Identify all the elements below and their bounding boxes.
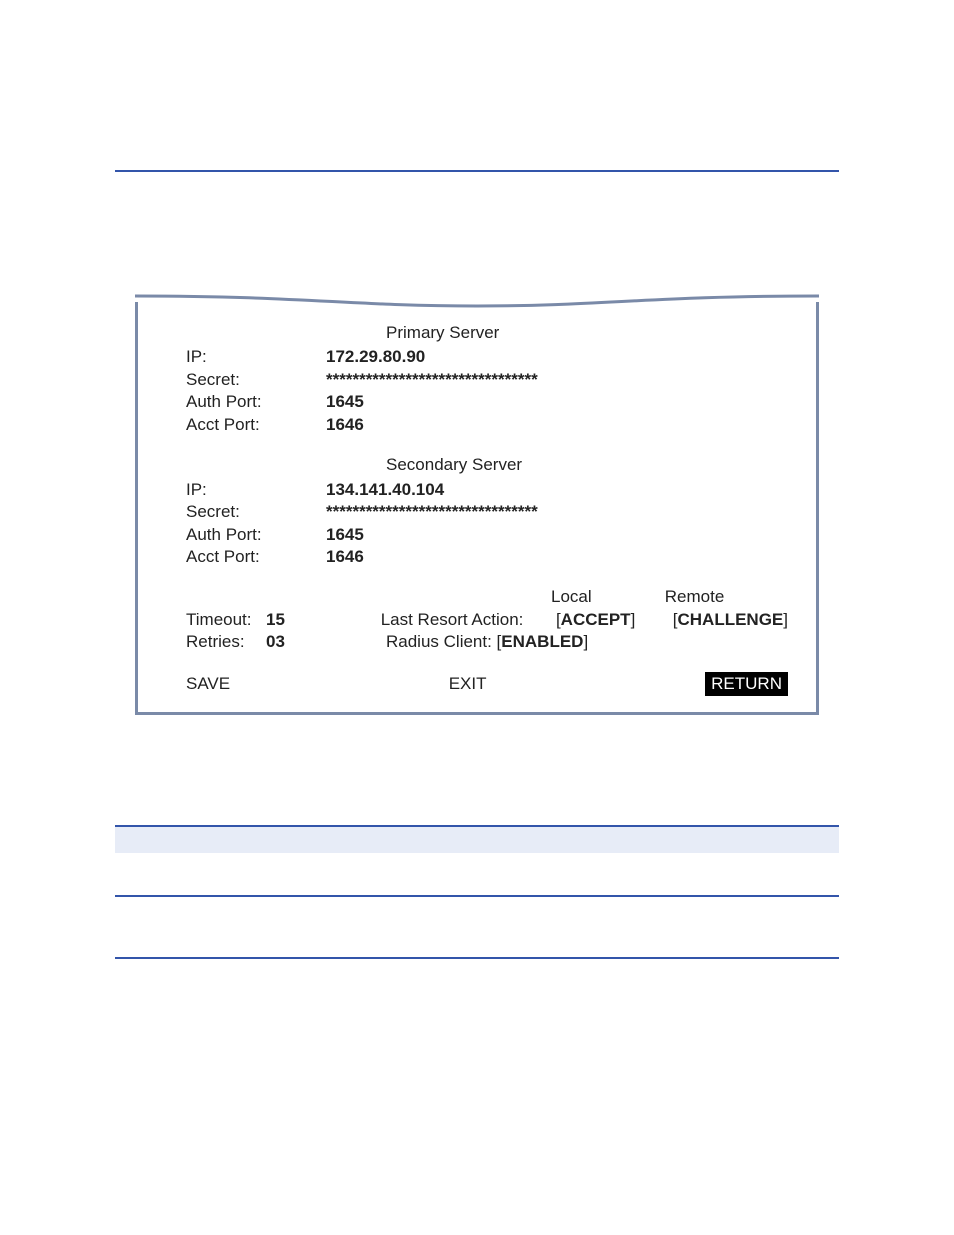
timeout-value[interactable]: 15 bbox=[266, 610, 285, 629]
primary-secret-value[interactable]: ******************************** bbox=[326, 369, 788, 391]
options-block: Local Remote Timeout: 15 Last Resort Act… bbox=[186, 586, 788, 653]
primary-acct-port-label: Acct Port: bbox=[186, 414, 326, 436]
column-header-local: Local bbox=[551, 586, 665, 608]
radius-config-screen: Primary Server IP: 172.29.80.90 Secret: … bbox=[135, 302, 819, 715]
note-block bbox=[115, 825, 839, 897]
secondary-server-block: Secondary Server IP: 134.141.40.104 Secr… bbox=[186, 454, 788, 568]
last-resort-action-local[interactable]: [ACCEPT] bbox=[556, 609, 673, 631]
primary-secret-label: Secret: bbox=[186, 369, 326, 391]
primary-ip-value[interactable]: 172.29.80.90 bbox=[326, 346, 788, 368]
note-body-area bbox=[115, 853, 839, 897]
primary-auth-port-value[interactable]: 1645 bbox=[326, 391, 788, 413]
frame-top-edge bbox=[135, 294, 819, 308]
primary-server-block: Primary Server IP: 172.29.80.90 Secret: … bbox=[186, 322, 788, 436]
secondary-server-heading: Secondary Server bbox=[186, 454, 788, 476]
timeout-label: Timeout: bbox=[186, 609, 266, 631]
radius-client-field[interactable]: Radius Client: [ENABLED] bbox=[386, 631, 686, 653]
secondary-auth-port-label: Auth Port: bbox=[186, 524, 326, 546]
save-command[interactable]: SAVE bbox=[186, 673, 230, 695]
secondary-ip-value[interactable]: 134.141.40.104 bbox=[326, 479, 788, 501]
secondary-ip-label: IP: bbox=[186, 479, 326, 501]
retries-label: Retries: bbox=[186, 631, 266, 653]
secondary-secret-value[interactable]: ******************************** bbox=[326, 501, 788, 523]
section-divider-bottom bbox=[115, 957, 839, 959]
primary-ip-label: IP: bbox=[186, 346, 326, 368]
primary-acct-port-value[interactable]: 1646 bbox=[326, 414, 788, 436]
secondary-acct-port-value[interactable]: 1646 bbox=[326, 546, 788, 568]
return-command[interactable]: RETURN bbox=[705, 672, 788, 696]
note-header-bar bbox=[115, 825, 839, 853]
last-resort-action-label: Last Resort Action: bbox=[381, 609, 556, 631]
exit-command[interactable]: EXIT bbox=[449, 673, 487, 695]
section-divider-top bbox=[115, 170, 839, 172]
retries-value[interactable]: 03 bbox=[266, 632, 285, 651]
secondary-secret-label: Secret: bbox=[186, 501, 326, 523]
primary-server-heading: Primary Server bbox=[186, 322, 788, 344]
secondary-auth-port-value[interactable]: 1645 bbox=[326, 524, 788, 546]
screen-footer-commands: SAVE EXIT RETURN bbox=[186, 672, 788, 696]
last-resort-action-remote[interactable]: [CHALLENGE] bbox=[673, 609, 788, 631]
secondary-acct-port-label: Acct Port: bbox=[186, 546, 326, 568]
column-header-remote: Remote bbox=[665, 586, 788, 608]
primary-auth-port-label: Auth Port: bbox=[186, 391, 326, 413]
